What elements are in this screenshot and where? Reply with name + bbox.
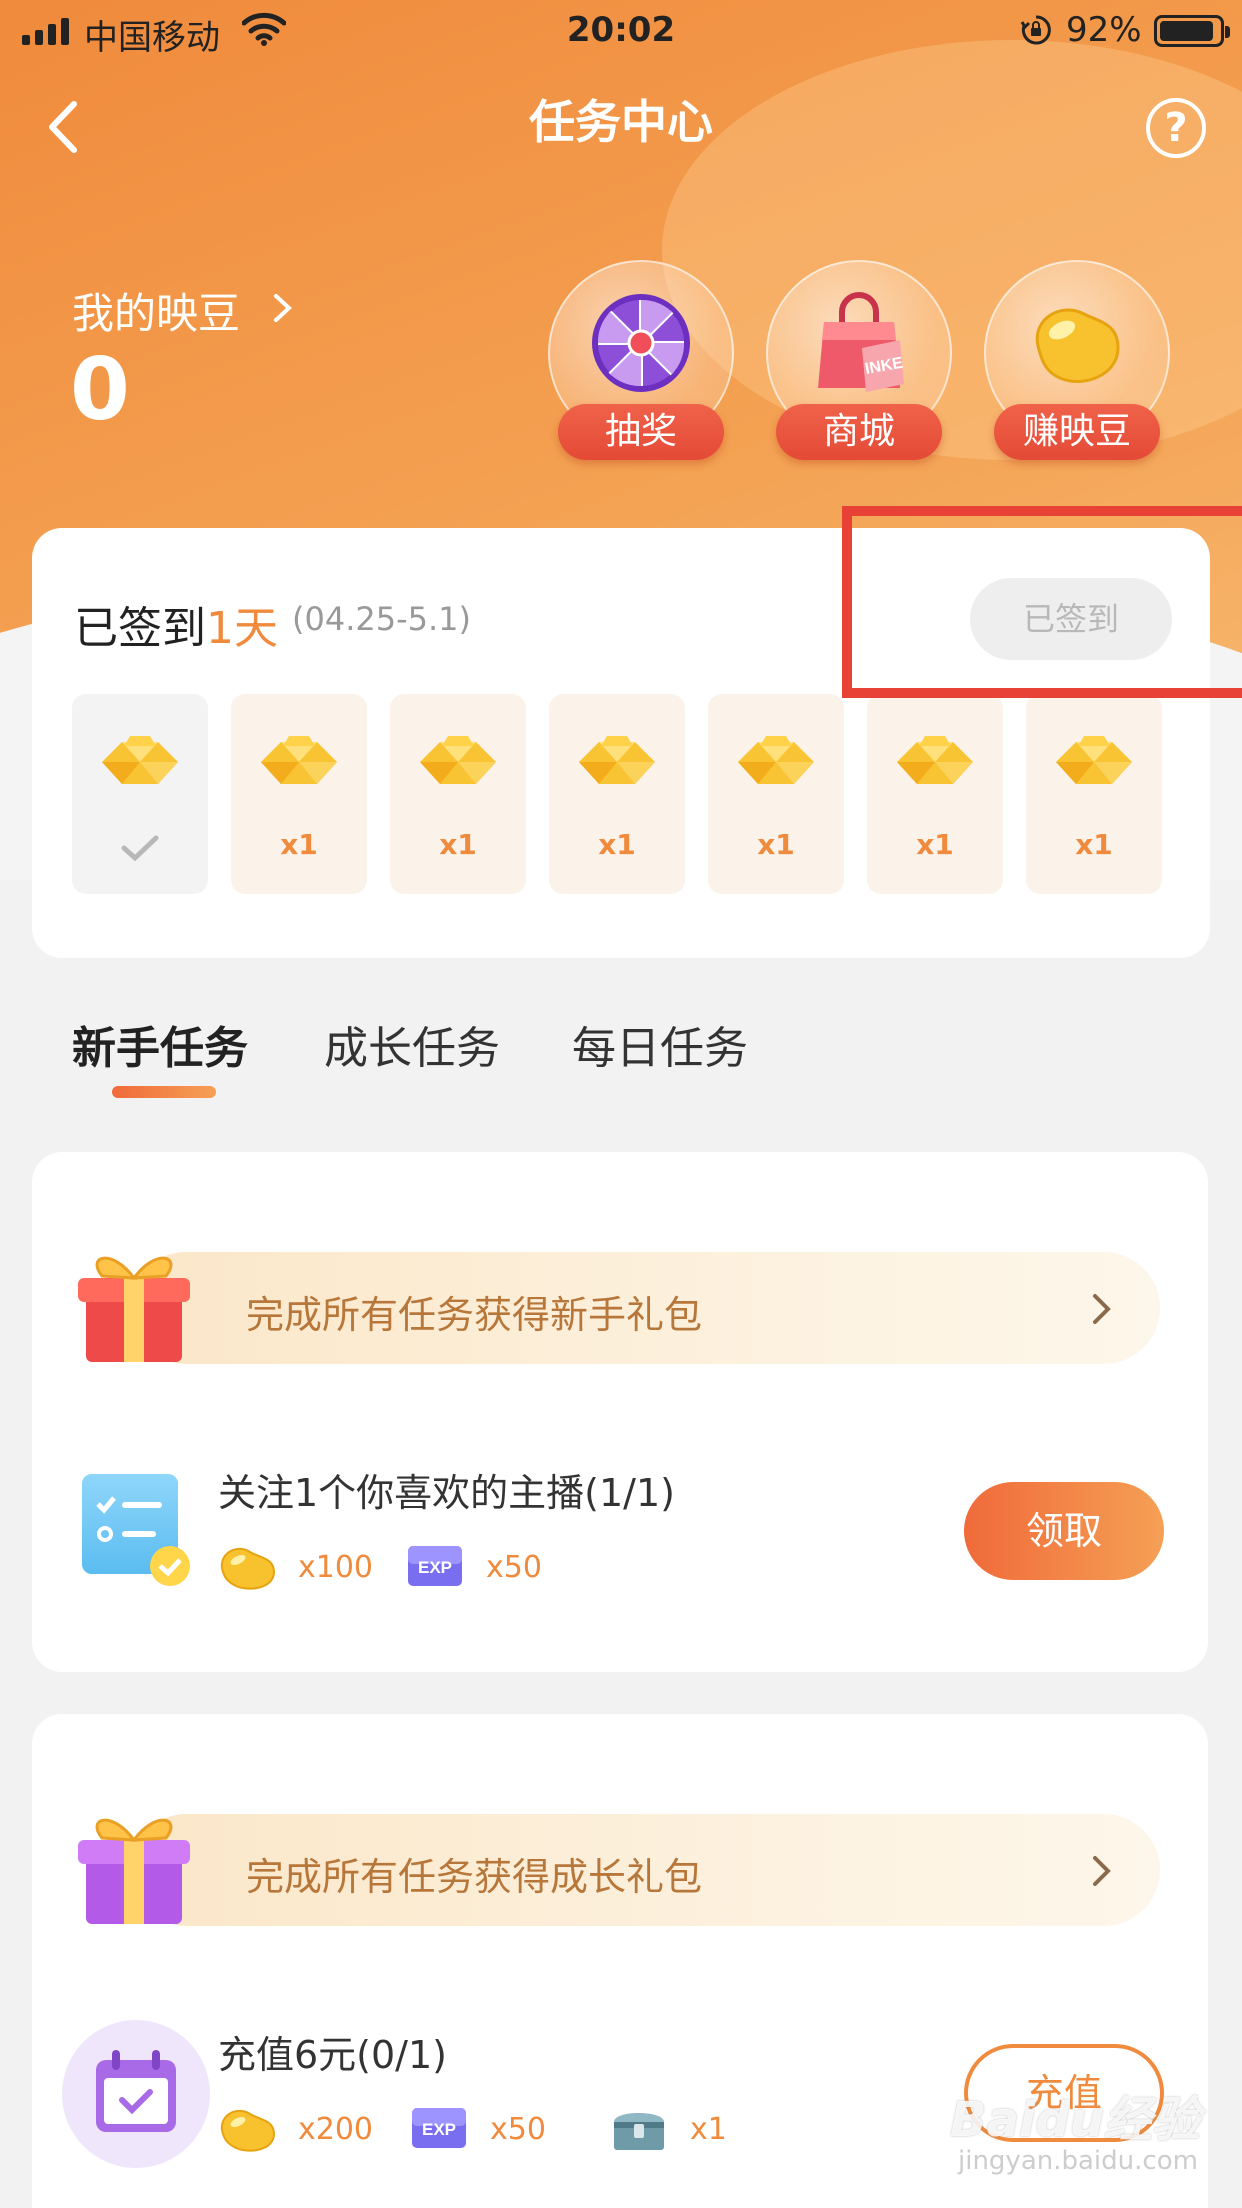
task-title: 充值6元(0/1) — [218, 2033, 447, 2077]
checkin-day-6: x1 — [867, 694, 1003, 894]
clock: 20:02 — [566, 10, 676, 50]
growth-gift-text: 完成所有任务获得成长礼包 — [246, 1855, 703, 1899]
tab-daily-tasks[interactable]: 每日任务 — [572, 1012, 748, 1076]
day-reward-qty: x1 — [916, 828, 954, 861]
gold-ingot-icon — [251, 722, 347, 802]
day-reward-qty: x1 — [598, 828, 636, 861]
checkmark-icon — [120, 832, 160, 864]
task-list-icon — [82, 1474, 190, 1586]
task-rewards: x100 EXP x50 — [216, 1536, 636, 1596]
tab-growth-tasks[interactable]: 成长任务 — [324, 1012, 500, 1076]
checkin-day-2: x1 — [231, 694, 367, 894]
orientation-lock-icon — [1020, 15, 1051, 45]
calendar-icon — [62, 2020, 210, 2168]
earn-beans-label: 赚映豆 — [994, 404, 1160, 460]
battery-percentage: 92% — [1066, 10, 1142, 50]
gift-box-icon — [78, 1256, 190, 1362]
gold-ingot-icon — [1046, 722, 1142, 802]
gift-box-icon — [78, 1818, 190, 1924]
gold-ingot-icon — [728, 722, 824, 802]
claim-button[interactable]: 领取 — [964, 1482, 1164, 1580]
checkin-day-1 — [72, 694, 208, 894]
chevron-right-icon — [1093, 1294, 1111, 1324]
shop-label: 商城 — [776, 404, 942, 460]
checkin-days: 1天 — [206, 603, 278, 654]
bean-icon — [220, 2109, 276, 2152]
checkin-days-row: x1 x1 x1 x1 x1 x1 — [72, 694, 1172, 894]
bean-icon — [220, 1547, 276, 1590]
lottery-entry[interactable]: 抽奖 — [548, 260, 734, 460]
task-rewards: x200 EXP x50 x1 — [216, 2098, 736, 2158]
checkin-day-5: x1 — [708, 694, 844, 894]
chevron-right-icon — [1093, 1856, 1111, 1886]
chevron-right-icon — [274, 294, 292, 322]
svg-text:EXP: EXP — [418, 1558, 452, 1577]
bean-balance: 0 — [70, 340, 130, 440]
watermark-url: jingyan.baidu.com — [958, 2146, 1198, 2176]
treasure-chest-icon — [614, 2113, 664, 2150]
my-beans-label: 我的映豆 — [72, 289, 241, 338]
gold-ingot-icon — [569, 722, 665, 802]
lottery-label: 抽奖 — [558, 404, 724, 460]
day-reward-qty: x1 — [757, 828, 795, 861]
battery-icon — [1154, 15, 1230, 47]
active-tab-indicator — [112, 1086, 216, 1098]
checkin-day-7: x1 — [1026, 694, 1162, 894]
checkin-day-3: x1 — [390, 694, 526, 894]
newbie-gift-text: 完成所有任务获得新手礼包 — [246, 1293, 703, 1337]
exp-icon: EXP — [412, 2108, 466, 2148]
gold-ingot-icon — [410, 722, 506, 802]
gold-ingot-icon — [887, 722, 983, 802]
shop-entry[interactable]: INKE 商城 — [766, 260, 952, 460]
checkin-title: 已签到1天 — [74, 603, 278, 654]
task-title: 关注1个你喜欢的主播(1/1) — [218, 1471, 675, 1515]
help-icon[interactable]: ? — [1146, 98, 1206, 158]
earn-beans-entry[interactable]: 赚映豆 — [984, 260, 1170, 460]
day-reward-qty: x1 — [280, 828, 318, 861]
growth-gift-banner[interactable]: 完成所有任务获得成长礼包 — [50, 1814, 1160, 1926]
gold-ingot-icon — [92, 722, 188, 802]
checkin-day-4: x1 — [549, 694, 685, 894]
day-reward-qty: x1 — [439, 828, 477, 861]
watermark-brand: Baidu经验 — [950, 2092, 1200, 2148]
lottery-wheel-icon — [592, 294, 690, 392]
checkin-date-range: (04.25-5.1) — [292, 600, 472, 638]
shop-bag-icon: INKE — [818, 292, 905, 392]
bean-icon — [1035, 308, 1120, 383]
day-reward-qty: x1 — [1075, 828, 1113, 861]
status-bar: 中国移动 20:02 92% — [0, 0, 1242, 62]
exp-icon: EXP — [408, 1546, 462, 1586]
newbie-gift-banner[interactable]: 完成所有任务获得新手礼包 — [50, 1252, 1160, 1364]
tab-newbie-tasks[interactable]: 新手任务 — [72, 1012, 248, 1076]
annotation-highlight-box — [842, 506, 1242, 698]
svg-text:EXP: EXP — [422, 2120, 456, 2139]
page-title: 任务中心 — [529, 95, 713, 149]
